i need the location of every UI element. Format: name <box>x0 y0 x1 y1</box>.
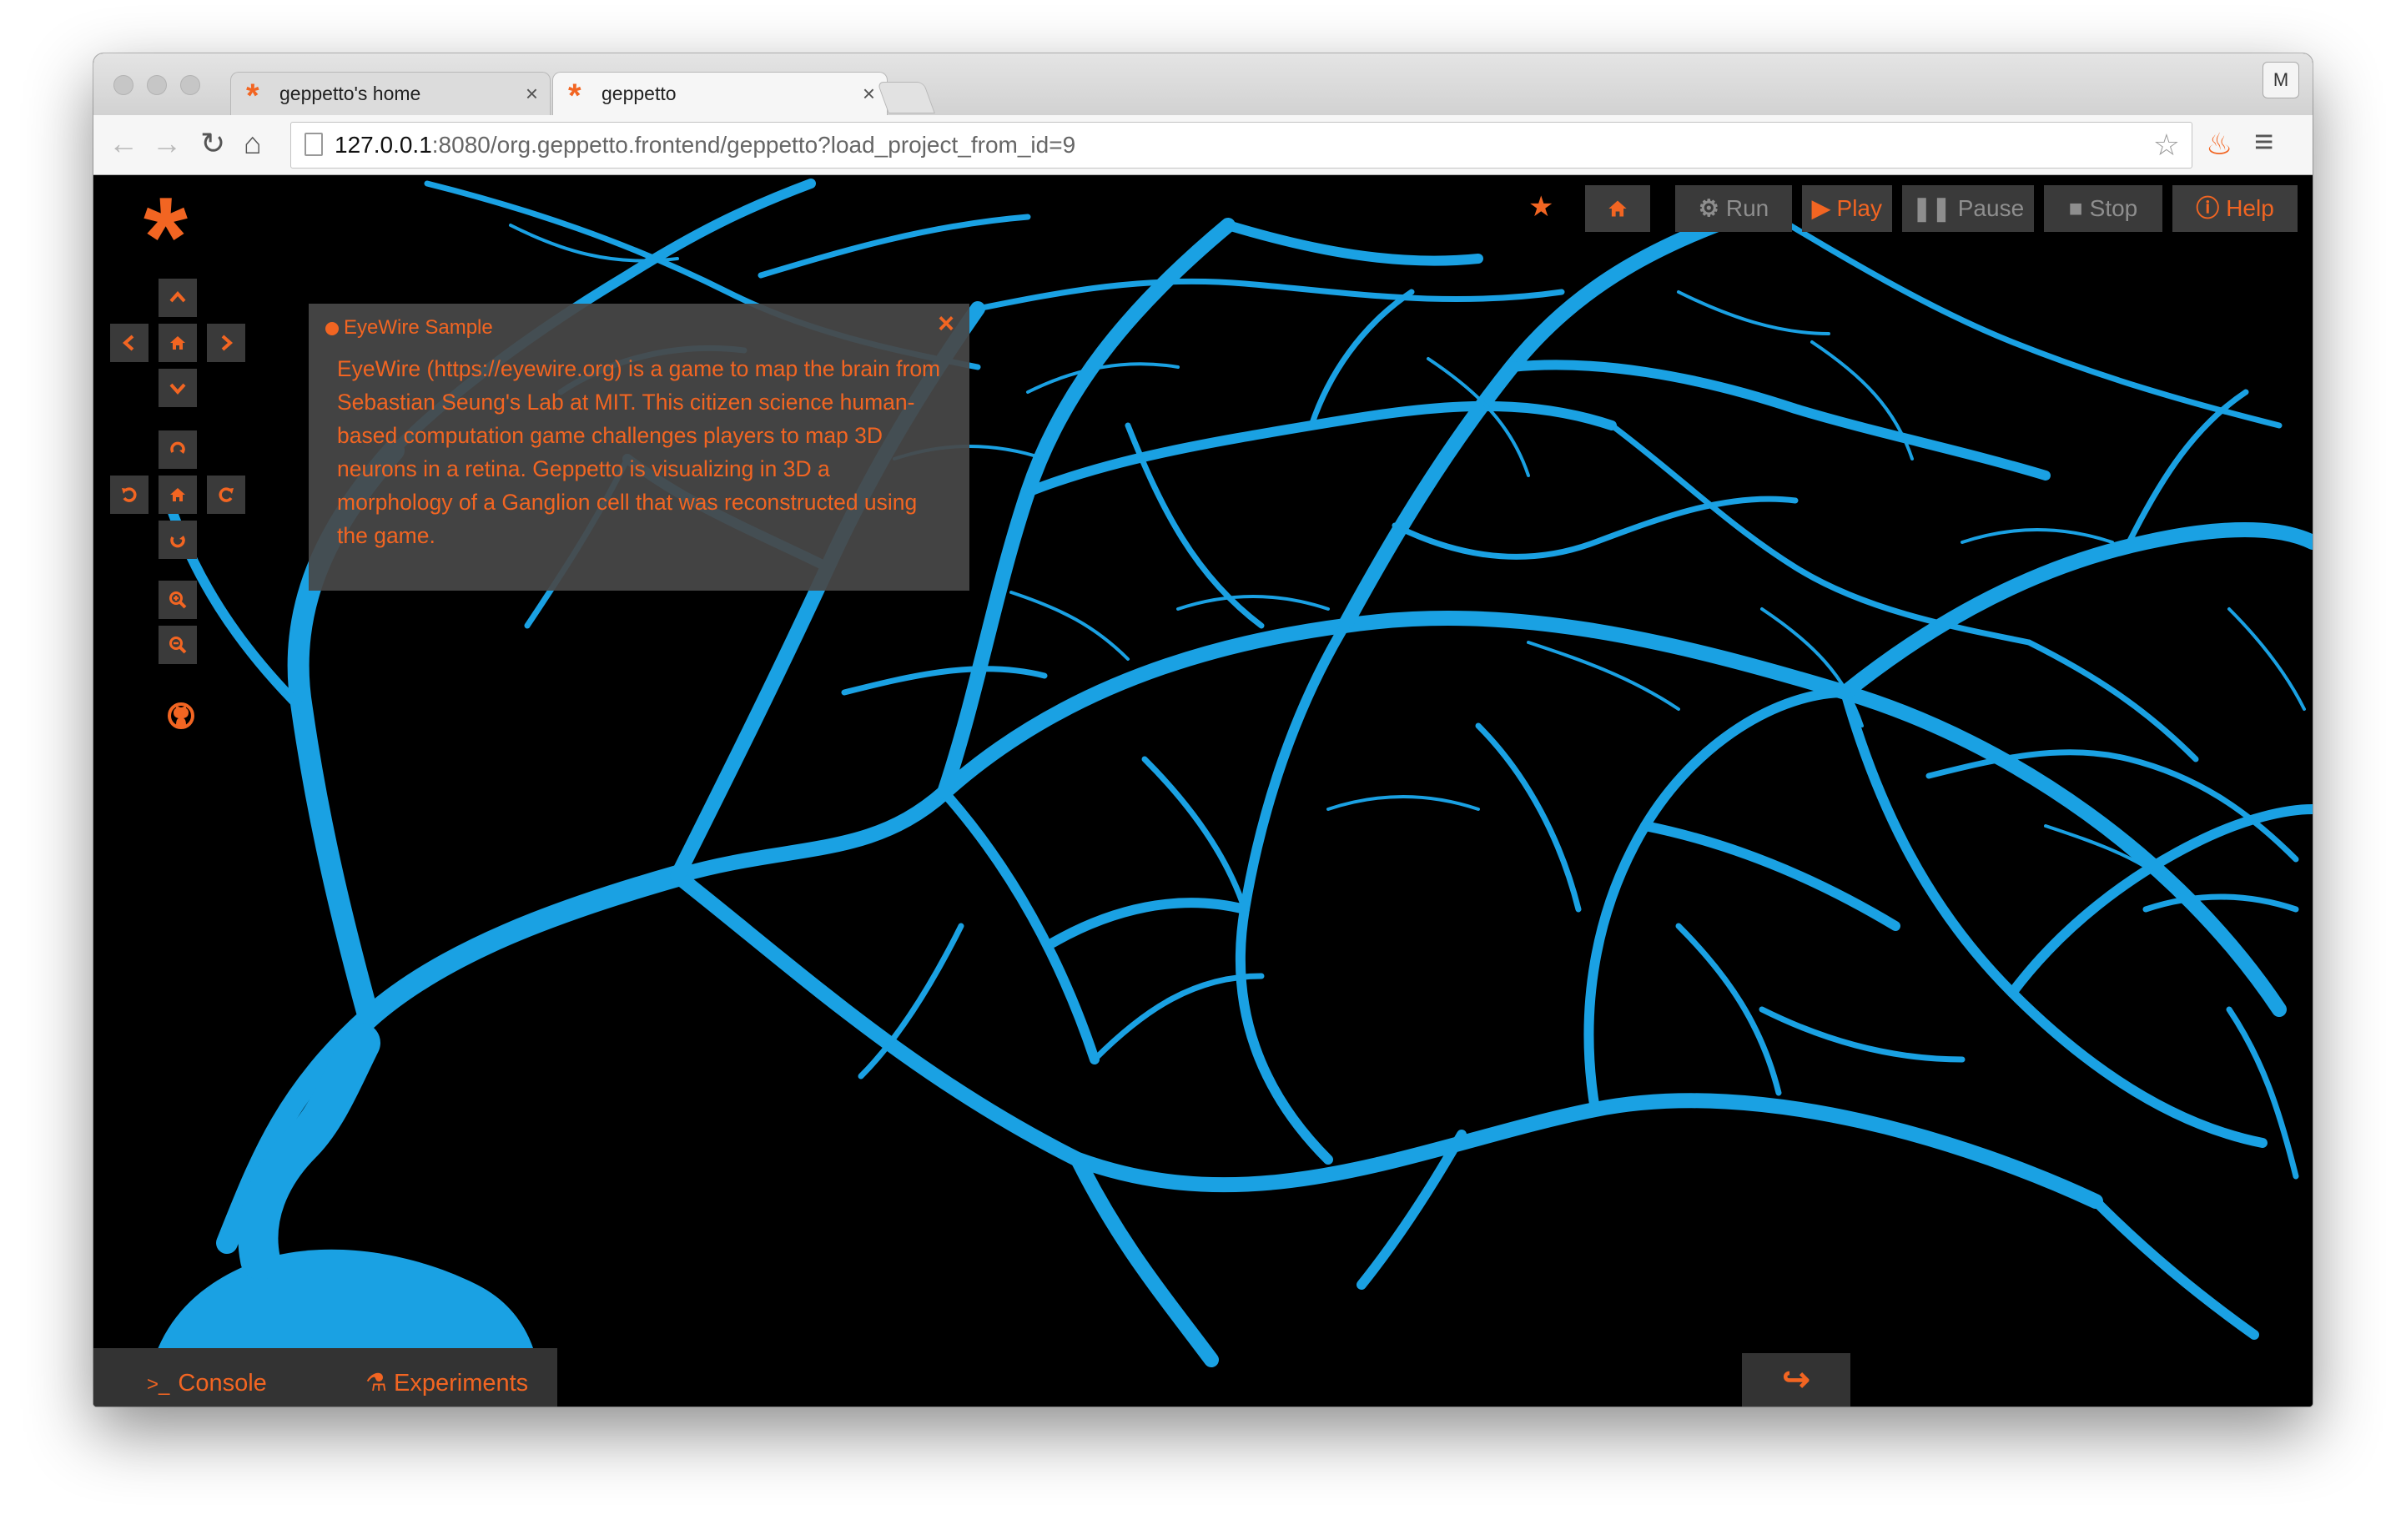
rotate-icon <box>170 536 185 548</box>
browser-window: * geppetto's home × * geppetto × M ← → ↻… <box>93 53 2313 1407</box>
home-icon <box>1608 200 1627 217</box>
profile-button[interactable]: M <box>2263 62 2299 98</box>
run-button[interactable]: ⚙ Run <box>1675 185 1792 232</box>
address-bar[interactable]: 127.0.0.1:8080/org.geppetto.frontend/gep… <box>290 122 2192 169</box>
help-button[interactable]: ⓘ Help <box>2172 185 2298 232</box>
rotate-right-button[interactable] <box>207 476 245 514</box>
gears-icon: ⚙ <box>1698 195 1719 221</box>
back-arrow-icon[interactable]: ← <box>108 125 138 162</box>
url-path: :8080/org.geppetto.frontend/geppetto?loa… <box>431 132 1076 158</box>
chevron-up-icon <box>169 290 186 303</box>
tab-geppettos-home[interactable]: * geppetto's home × <box>230 72 551 115</box>
experiments-label: Experiments <box>394 1370 529 1397</box>
popup-body-text: EyeWire (https://eyewire.org) is a game … <box>337 356 941 548</box>
rotate-home-button[interactable] <box>159 476 197 514</box>
rotate-ccw-icon <box>122 487 137 502</box>
browser-toolbar: ← → ↻ ⌂ 127.0.0.1:8080/org.geppetto.fron… <box>93 115 2313 175</box>
pause-label: Pause <box>1957 195 2025 221</box>
github-logo-icon <box>168 702 194 729</box>
url-host: 127.0.0.1 <box>335 132 432 158</box>
page-icon <box>305 133 323 156</box>
terminal-icon: >_ <box>147 1373 170 1396</box>
experiments-tab[interactable]: ⚗ Experiments <box>365 1348 528 1407</box>
home-button[interactable] <box>1585 185 1650 232</box>
geppetto-logo-icon: * <box>143 175 188 300</box>
pan-up-button[interactable] <box>159 279 197 317</box>
flask-icon: ⚗ <box>365 1370 387 1397</box>
stop-label: Stop <box>2089 195 2138 221</box>
console-label: Console <box>178 1370 267 1397</box>
forward-arrow-icon[interactable]: → <box>152 125 182 162</box>
geppetto-3d-canvas[interactable]: * EyeWire Sample × EyeWire (https://eyew… <box>93 175 2313 1407</box>
help-label: Help <box>2226 195 2274 221</box>
minimize-window-button[interactable] <box>147 75 167 95</box>
play-label: Play <box>1836 195 1882 221</box>
share-button[interactable]: ↪ <box>1742 1353 1850 1407</box>
maximize-window-button[interactable] <box>180 75 200 95</box>
geppetto-favicon-icon: * <box>246 78 259 114</box>
pause-icon: ❚❚ <box>1911 195 1951 221</box>
chevron-left-icon <box>122 335 134 351</box>
rotate-down-button[interactable] <box>159 521 197 559</box>
run-label: Run <box>1725 195 1769 221</box>
close-icon[interactable]: × <box>863 73 875 114</box>
play-icon: ▶ <box>1811 195 1830 221</box>
chevron-right-icon <box>221 335 234 351</box>
eyewire-info-popup: EyeWire Sample × EyeWire (https://eyewir… <box>309 304 969 591</box>
zoom-out-button[interactable] <box>159 626 197 664</box>
close-icon[interactable]: × <box>526 73 538 114</box>
close-icon[interactable]: × <box>938 307 954 340</box>
pan-right-button[interactable] <box>207 324 245 362</box>
tab-title: geppetto <box>602 83 677 104</box>
popup-title: EyeWire Sample <box>344 316 493 339</box>
github-icon[interactable] <box>160 701 202 742</box>
console-tab[interactable]: >_ Console <box>147 1348 267 1407</box>
extension-icon[interactable]: ♨ <box>2206 127 2232 162</box>
rotate-left-button[interactable] <box>110 476 148 514</box>
play-button[interactable]: ▶ Play <box>1802 185 1892 232</box>
stop-button[interactable]: ■ Stop <box>2044 185 2162 232</box>
tab-strip: * geppetto's home × * geppetto × M <box>93 53 2313 115</box>
bottom-tab-bar: >_ Console ⚗ Experiments <box>93 1348 557 1407</box>
zoom-in-icon <box>169 591 187 609</box>
pan-home-button[interactable] <box>159 324 197 362</box>
hamburger-menu-icon[interactable]: ≡ <box>2254 123 2273 161</box>
zoom-out-icon <box>169 637 187 654</box>
rotate-cw-icon <box>219 487 234 502</box>
geppetto-favicon-icon: * <box>568 78 581 114</box>
stop-icon: ■ <box>2068 195 2083 221</box>
chevron-down-icon <box>169 383 186 395</box>
popup-dot-icon <box>325 322 339 335</box>
home-icon[interactable]: ⌂ <box>244 125 262 162</box>
pause-button[interactable]: ❚❚ Pause <box>1902 185 2034 232</box>
home-icon <box>170 336 185 350</box>
pan-down-button[interactable] <box>159 369 197 407</box>
reload-icon[interactable]: ↻ <box>200 125 225 162</box>
share-arrow-icon: ↪ <box>1782 1361 1810 1398</box>
pan-left-button[interactable] <box>110 324 148 362</box>
tab-geppetto[interactable]: * geppetto × <box>552 72 888 115</box>
home-icon <box>170 488 185 501</box>
rotate-up-button[interactable] <box>159 430 197 469</box>
info-icon: ⓘ <box>2196 195 2220 221</box>
tab-title: geppetto's home <box>279 83 421 104</box>
close-window-button[interactable] <box>113 75 133 95</box>
rotate-icon <box>170 441 185 454</box>
favorite-star-icon[interactable]: ★ <box>1528 190 1553 224</box>
bookmark-star-icon[interactable]: ☆ <box>2153 123 2180 168</box>
zoom-in-button[interactable] <box>159 581 197 619</box>
